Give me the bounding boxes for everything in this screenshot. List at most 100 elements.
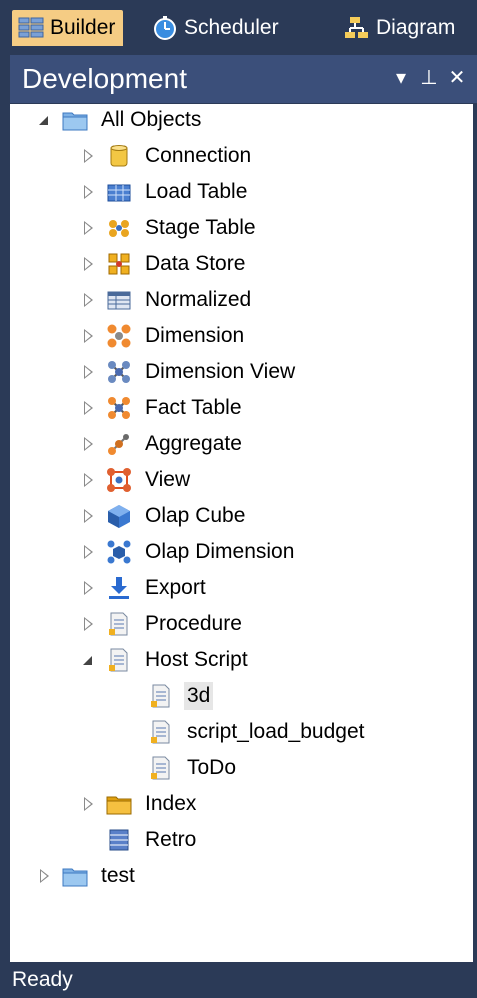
expand-arrow-icon[interactable] — [38, 869, 52, 883]
tree-node-label: All Objects — [101, 108, 202, 131]
aggregate-icon — [106, 431, 132, 457]
tab-scheduler-label: Scheduler — [184, 16, 279, 39]
tree-node-label: Dimension View — [145, 360, 296, 383]
tree-node-view[interactable]: View — [82, 463, 193, 497]
tree-node-script-3d[interactable]: 3d — [148, 679, 214, 713]
tree-node-label: Procedure — [145, 612, 242, 635]
fact-table-icon — [106, 395, 132, 421]
tree-node-label: Host Script — [145, 648, 248, 671]
tree-node-load-table[interactable]: Load Table — [82, 175, 250, 209]
tree-node-data-store[interactable]: Data Store — [82, 247, 248, 281]
olap-dimension-icon — [106, 539, 132, 565]
tree-node-label: Aggregate — [145, 432, 242, 455]
expand-arrow-icon[interactable] — [82, 617, 96, 631]
expand-arrow-icon[interactable] — [82, 473, 96, 487]
tree-node-dimension[interactable]: Dimension — [82, 319, 247, 353]
tree-node-label: script_load_budget — [187, 720, 365, 743]
expand-arrow-icon[interactable] — [82, 329, 96, 343]
procedure-icon — [106, 611, 132, 637]
load-table-icon — [106, 179, 132, 205]
stage-table-icon — [106, 215, 132, 241]
tree-node-aggregate[interactable]: Aggregate — [82, 427, 245, 461]
script-icon — [148, 683, 174, 709]
grid-icon — [18, 16, 44, 40]
folder-icon — [62, 107, 88, 133]
tab-scheduler[interactable]: Scheduler — [152, 10, 279, 46]
tree-node-label: ToDo — [187, 756, 237, 779]
folder-icon — [62, 863, 88, 889]
index-icon — [106, 791, 132, 817]
tree-node-label: Data Store — [145, 252, 246, 275]
tree-node-index[interactable]: Index — [82, 787, 199, 821]
collapse-arrow-icon[interactable] — [38, 113, 52, 127]
tree-node-stage-table[interactable]: Stage Table — [82, 211, 259, 245]
tree-node-label: Fact Table — [145, 396, 242, 419]
expand-arrow-icon[interactable] — [82, 293, 96, 307]
tree-node-label: Stage Table — [145, 216, 256, 239]
olap-cube-icon — [106, 503, 132, 529]
stopwatch-icon — [152, 16, 178, 40]
tree-node-label: Normalized — [145, 288, 252, 311]
dimension-view-icon — [106, 359, 132, 385]
tab-builder-label: Builder — [50, 16, 116, 39]
tree-node-label: Dimension — [145, 324, 245, 347]
data-store-icon — [106, 251, 132, 277]
status-bar: Ready — [0, 962, 477, 998]
tree-node-host-script[interactable]: Host Script — [82, 643, 251, 677]
retro-icon — [106, 827, 132, 853]
tree-node-label: Connection — [145, 144, 252, 167]
normalized-icon — [106, 287, 132, 313]
status-text: Ready — [12, 968, 73, 991]
expand-arrow-icon[interactable] — [82, 185, 96, 199]
pin-icon[interactable]: ⊥ — [418, 65, 440, 90]
tree-node-label: View — [145, 468, 191, 491]
export-icon — [106, 575, 132, 601]
expand-arrow-icon[interactable] — [82, 149, 96, 163]
tree-node-all-objects[interactable]: All Objects — [38, 104, 204, 137]
diagram-icon — [344, 16, 370, 40]
dimension-icon — [106, 323, 132, 349]
tab-diagram[interactable]: Diagram — [344, 10, 455, 46]
object-tree: All Objects Connection Load Table Stage … — [10, 104, 473, 962]
tree-node-script-todo[interactable]: ToDo — [148, 751, 239, 785]
tree-node-connection[interactable]: Connection — [82, 139, 254, 173]
dropdown-icon[interactable]: ▾ — [390, 65, 412, 90]
tree-node-label: Olap Cube — [145, 504, 246, 527]
expand-arrow-icon[interactable] — [82, 581, 96, 595]
document-tab-strip: Builder Scheduler Diagram — [0, 0, 477, 50]
script-icon — [148, 719, 174, 745]
tree-node-fact-table[interactable]: Fact Table — [82, 391, 245, 425]
tab-diagram-label: Diagram — [376, 16, 456, 39]
tree-node-script-load-budget[interactable]: script_load_budget — [148, 715, 367, 749]
tree-node-label: Export — [145, 576, 206, 599]
panel-title: Development — [22, 63, 187, 94]
tree-node-label: Olap Dimension — [145, 540, 295, 563]
expand-arrow-icon[interactable] — [82, 545, 96, 559]
tree-node-label: 3d — [184, 682, 214, 710]
expand-arrow-icon[interactable] — [82, 221, 96, 235]
tree-node-label: Load Table — [145, 180, 248, 203]
tree-node-label: Retro — [145, 828, 197, 851]
collapse-arrow-icon[interactable] — [82, 653, 96, 667]
expand-arrow-icon[interactable] — [82, 257, 96, 271]
tree-node-dimension-view[interactable]: Dimension View — [82, 355, 298, 389]
tree-node-procedure[interactable]: Procedure — [82, 607, 245, 641]
tree-node-export[interactable]: Export — [82, 571, 209, 605]
tree-node-olap-cube[interactable]: Olap Cube — [82, 499, 248, 533]
panel-header: Development ▾ ⊥ ✕ — [10, 55, 477, 103]
expand-arrow-icon[interactable] — [82, 437, 96, 451]
expand-arrow-icon[interactable] — [82, 401, 96, 415]
expand-arrow-icon[interactable] — [82, 365, 96, 379]
tree-node-label: test — [101, 864, 135, 887]
tree-node-normalized[interactable]: Normalized — [82, 283, 254, 317]
tree-node-retro[interactable]: Retro — [82, 823, 199, 857]
tree-node-test[interactable]: test — [38, 859, 138, 893]
close-icon[interactable]: ✕ — [446, 65, 468, 90]
expand-arrow-icon[interactable] — [82, 509, 96, 523]
tab-builder[interactable]: Builder — [12, 10, 124, 46]
expand-arrow-icon[interactable] — [82, 797, 96, 811]
view-icon — [106, 467, 132, 493]
connection-icon — [106, 143, 132, 169]
script-icon — [148, 755, 174, 781]
tree-node-olap-dimension[interactable]: Olap Dimension — [82, 535, 297, 569]
